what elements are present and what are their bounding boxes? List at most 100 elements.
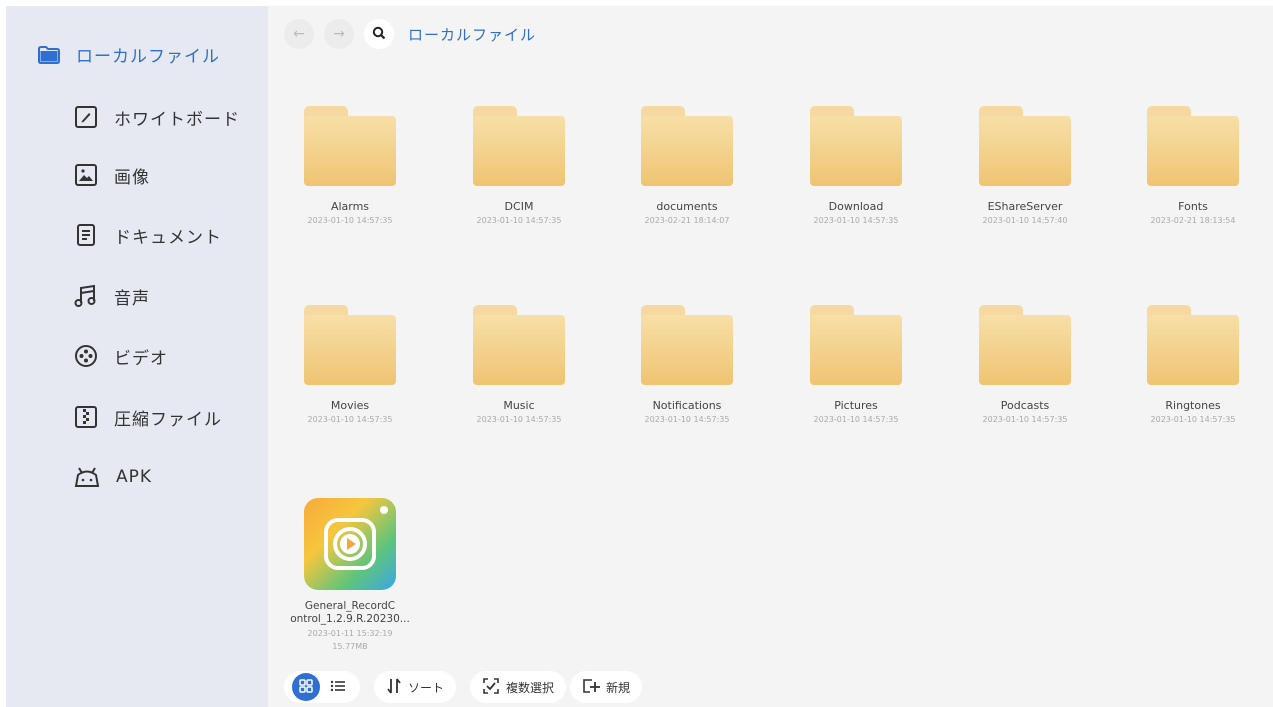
android-icon <box>74 466 100 488</box>
folder-item[interactable]: DCIM 2023-01-10 14:57:35 <box>444 106 594 225</box>
file-name: Alarms <box>330 200 370 213</box>
record-app-icon <box>304 498 396 590</box>
folder-icon <box>38 45 60 64</box>
whiteboard-icon <box>74 105 98 129</box>
sidebar-item-images[interactable]: 画像 <box>74 158 150 192</box>
sort-label: ソート <box>408 680 445 695</box>
file-name: Music <box>503 399 535 412</box>
list-view-button[interactable] <box>324 673 352 701</box>
arrow-right-icon: → <box>333 26 345 42</box>
sidebar-item-label: ビデオ <box>114 348 168 369</box>
sidebar-item-apk[interactable]: APK <box>74 460 152 494</box>
multiselect-label: 複数選択 <box>506 680 555 695</box>
folder-icon <box>979 106 1071 186</box>
folder-item[interactable]: Alarms 2023-01-10 14:57:35 <box>275 106 425 225</box>
file-name: Notifications <box>652 399 722 412</box>
file-name: Fonts <box>1178 200 1208 213</box>
sidebar-item-local-files[interactable]: ローカルファイル <box>38 42 220 67</box>
file-size: 15.77MB <box>332 642 368 651</box>
file-name: Podcasts <box>1000 399 1050 412</box>
music-icon <box>74 283 98 309</box>
new-folder-icon <box>582 677 601 698</box>
list-icon <box>330 678 346 697</box>
folder-icon <box>979 305 1071 385</box>
file-date: 2023-01-10 14:57:35 <box>813 415 899 424</box>
image-icon <box>74 163 98 187</box>
file-date: 2023-01-10 14:57:40 <box>982 216 1068 225</box>
grid-view-button[interactable] <box>292 673 320 701</box>
document-icon <box>74 223 98 247</box>
folder-item[interactable]: Fonts 2023-02-21 18:13:54 <box>1118 106 1268 225</box>
folder-icon <box>473 305 565 385</box>
folder-icon <box>473 106 565 186</box>
sidebar-item-documents[interactable]: ドキュメント <box>74 218 222 252</box>
sidebar-root-label: ローカルファイル <box>76 47 220 67</box>
folder-icon <box>304 106 396 186</box>
arrow-left-icon: ← <box>293 26 305 42</box>
file-date: 2023-01-11 15:32:19 <box>307 629 393 638</box>
folder-item[interactable]: Notifications 2023-01-10 14:57:35 <box>612 305 762 424</box>
folder-icon <box>1147 106 1239 186</box>
file-date: 2023-02-21 18:13:54 <box>1150 216 1236 225</box>
file-name: General_RecordC ontrol_1.2.9.R.20230... <box>290 600 410 625</box>
sidebar-item-video[interactable]: ビデオ <box>74 339 168 373</box>
back-button[interactable]: ← <box>284 19 314 49</box>
search-icon <box>372 25 386 44</box>
sidebar-item-label: 音声 <box>114 288 150 309</box>
new-label: 新規 <box>606 680 631 695</box>
file-name: DCIM <box>504 200 534 213</box>
folder-icon <box>810 305 902 385</box>
forward-button[interactable]: → <box>324 19 354 49</box>
sidebar-item-label: 圧縮ファイル <box>114 409 222 430</box>
folder-item[interactable]: Pictures 2023-01-10 14:57:35 <box>781 305 931 424</box>
file-date: 2023-01-10 14:57:35 <box>982 415 1068 424</box>
sidebar-item-label: ホワイトボード <box>114 109 240 130</box>
folder-item[interactable]: EShareServer 2023-01-10 14:57:40 <box>950 106 1100 225</box>
breadcrumb[interactable]: ローカルファイル <box>408 24 536 45</box>
folder-icon <box>1147 305 1239 385</box>
file-name: documents <box>656 200 718 213</box>
bottom-toolbar: ソート 複数選択 新規 <box>284 670 643 704</box>
folder-item[interactable]: Movies 2023-01-10 14:57:35 <box>275 305 425 424</box>
apk-file-item[interactable]: General_RecordC ontrol_1.2.9.R.20230... … <box>275 498 425 652</box>
file-date: 2023-01-10 14:57:35 <box>476 415 562 424</box>
file-date: 2023-01-10 14:57:35 <box>1150 415 1236 424</box>
folder-item[interactable]: Podcasts 2023-01-10 14:57:35 <box>950 305 1100 424</box>
file-name: Pictures <box>834 399 878 412</box>
file-date: 2023-02-21 18:14:07 <box>644 216 730 225</box>
sidebar-item-archives[interactable]: 圧縮ファイル <box>74 400 222 434</box>
video-icon <box>74 344 98 368</box>
folder-item[interactable]: Ringtones 2023-01-10 14:57:35 <box>1118 305 1268 424</box>
multiselect-button[interactable]: 複数選択 <box>470 671 567 703</box>
sort-button[interactable]: ソート <box>374 671 457 703</box>
folder-item[interactable]: Music 2023-01-10 14:57:35 <box>444 305 594 424</box>
file-date: 2023-01-10 14:57:35 <box>307 216 393 225</box>
search-button[interactable] <box>364 19 394 49</box>
file-name: Download <box>828 200 884 213</box>
top-bar: ← → ローカルファイル <box>284 18 536 50</box>
sidebar-item-whiteboard[interactable]: ホワイトボード <box>74 100 240 134</box>
file-date: 2023-01-10 14:57:35 <box>307 415 393 424</box>
file-date: 2023-01-10 14:57:35 <box>813 216 899 225</box>
folder-icon <box>641 305 733 385</box>
grid-icon <box>299 678 313 697</box>
multiselect-icon <box>482 677 500 698</box>
file-manager-window: ローカルファイル ホワイトボード 画像 ドキュメント 音声 ビデオ 圧縮ファイル… <box>6 6 1273 707</box>
sidebar-item-label: APK <box>116 467 153 487</box>
folder-item[interactable]: Download 2023-01-10 14:57:35 <box>781 106 931 225</box>
file-name: Ringtones <box>1165 399 1221 412</box>
new-button[interactable]: 新規 <box>570 671 643 703</box>
folder-icon <box>810 106 902 186</box>
file-date: 2023-01-10 14:57:35 <box>476 216 562 225</box>
file-name: EShareServer <box>987 200 1063 213</box>
folder-item[interactable]: documents 2023-02-21 18:14:07 <box>612 106 762 225</box>
folder-icon <box>641 106 733 186</box>
sort-icon <box>386 677 402 698</box>
sidebar-item-label: 画像 <box>114 167 150 188</box>
sidebar-item-label: ドキュメント <box>114 227 222 248</box>
file-date: 2023-01-10 14:57:35 <box>644 415 730 424</box>
folder-icon <box>304 305 396 385</box>
sidebar-item-audio[interactable]: 音声 <box>74 279 150 313</box>
view-toggle <box>284 671 360 703</box>
sidebar: ローカルファイル ホワイトボード 画像 ドキュメント 音声 ビデオ 圧縮ファイル… <box>6 6 268 707</box>
